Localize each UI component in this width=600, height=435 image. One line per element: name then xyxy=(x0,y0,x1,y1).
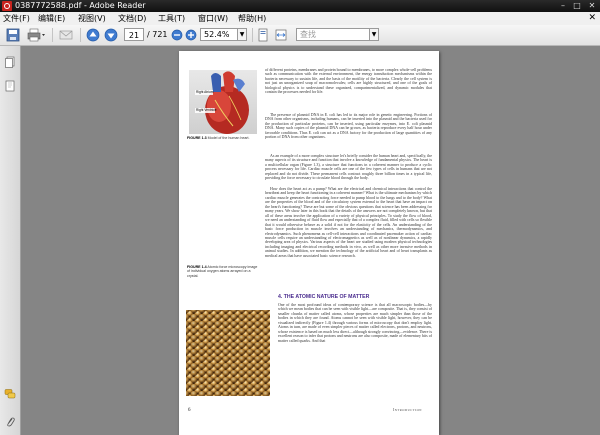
pdf-page: Right Atrium Right Ventricle FIGURE 1.3 … xyxy=(179,51,439,435)
menu-view[interactable]: 视图(V) xyxy=(78,12,106,25)
paragraph-cell-organization: of different proteins, membranes and pro… xyxy=(265,68,432,95)
zoom-out-icon[interactable] xyxy=(171,28,183,42)
menu-edit[interactable]: 编辑(E) xyxy=(38,12,65,25)
body-text-heart-questions: How does the heart act as a pump? What a… xyxy=(265,187,432,290)
minimize-button[interactable]: – xyxy=(556,1,570,11)
body-text-atomic: One of the most profound ideas of contem… xyxy=(278,303,432,403)
close-document-button[interactable]: ✕ xyxy=(588,12,596,25)
fit-width-icon[interactable] xyxy=(274,28,288,42)
close-window-button[interactable]: ✕ xyxy=(585,1,599,11)
title-bar: 0387772588.pdf - Adobe Reader – □ ✕ xyxy=(0,0,600,12)
menu-help[interactable]: 帮助(H) xyxy=(238,12,266,25)
paragraph-heart-intro: As an example of a more complex structur… xyxy=(265,154,432,181)
heart-label-right-atrium: Right Atrium xyxy=(196,90,214,94)
figure-1-caption-text: Model of the human heart. xyxy=(207,136,250,140)
previous-page-icon[interactable] xyxy=(86,28,100,42)
page-number: 6 xyxy=(188,408,191,413)
figure-2-caption: FIGURE 1.4 Atomic force microscopy image… xyxy=(187,265,259,278)
menu-tools[interactable]: 工具(T) xyxy=(158,12,185,25)
heart-label-right-ventricle: Right Ventricle xyxy=(196,108,217,112)
menu-window[interactable]: 窗口(W) xyxy=(198,12,228,25)
paragraph-plasmid: The presence of plasmid DNA in E. coli h… xyxy=(265,113,432,140)
search-dropdown-icon[interactable]: ▼ xyxy=(370,28,379,41)
fit-page-icon[interactable] xyxy=(256,28,270,42)
window-title: 0387772588.pdf - Adobe Reader xyxy=(15,1,146,10)
menu-file[interactable]: 文件(F) xyxy=(3,12,30,25)
email-icon[interactable] xyxy=(58,28,74,42)
navigation-pane xyxy=(0,46,21,435)
figure-1-caption-label: FIGURE 1.3 xyxy=(187,136,207,140)
search-input[interactable]: 查找 xyxy=(296,28,370,41)
paperclip-icon[interactable] xyxy=(4,416,16,428)
next-page-icon[interactable] xyxy=(104,28,118,42)
page-number-input[interactable]: 21 xyxy=(124,28,144,41)
figure-1-caption: FIGURE 1.3 Model of the human heart. xyxy=(187,136,259,140)
body-text-plasmid: The presence of plasmid DNA in E. coli h… xyxy=(265,113,432,153)
toolbar-separator xyxy=(252,28,253,42)
print-icon[interactable] xyxy=(26,28,48,42)
attachments-panel-icon[interactable] xyxy=(4,80,16,92)
paragraph-atomic: One of the most profound ideas of contem… xyxy=(278,303,432,343)
zoom-level-input[interactable]: 52.4% xyxy=(200,28,238,41)
toolbar: 21 / 721 52.4% ▼ 查找 ▼ xyxy=(0,25,600,46)
pages-panel-icon[interactable] xyxy=(4,56,16,68)
heart-model-figure: Right Atrium Right Ventricle xyxy=(189,70,257,134)
document-view[interactable]: Right Atrium Right Ventricle FIGURE 1.3 … xyxy=(21,46,600,435)
save-icon[interactable] xyxy=(5,28,21,42)
adobe-reader-app-icon xyxy=(2,1,12,11)
section-heading-atomic-nature: 4. THE ATOMIC NATURE OF MATTER xyxy=(278,294,370,300)
zoom-dropdown-icon[interactable]: ▼ xyxy=(238,28,247,41)
running-head: Introduction xyxy=(393,408,422,412)
comments-panel-icon[interactable] xyxy=(4,388,16,400)
page-total: / 721 xyxy=(147,30,168,39)
paragraph-heart-questions: How does the heart act as a pump? What a… xyxy=(265,187,432,258)
menu-bar: 文件(F) 编辑(E) 视图(V) 文档(D) 工具(T) 窗口(W) 帮助(H… xyxy=(0,12,600,25)
maximize-button[interactable]: □ xyxy=(570,1,584,11)
toolbar-separator xyxy=(52,28,53,42)
body-text-heart-intro: As an example of a more complex structur… xyxy=(265,154,432,186)
toolbar-separator xyxy=(80,28,81,42)
atomic-force-microscopy-figure xyxy=(186,310,270,396)
zoom-in-icon[interactable] xyxy=(185,28,197,42)
menu-document[interactable]: 文档(D) xyxy=(118,12,146,25)
body-text-column-top: of different proteins, membranes and pro… xyxy=(265,68,432,112)
